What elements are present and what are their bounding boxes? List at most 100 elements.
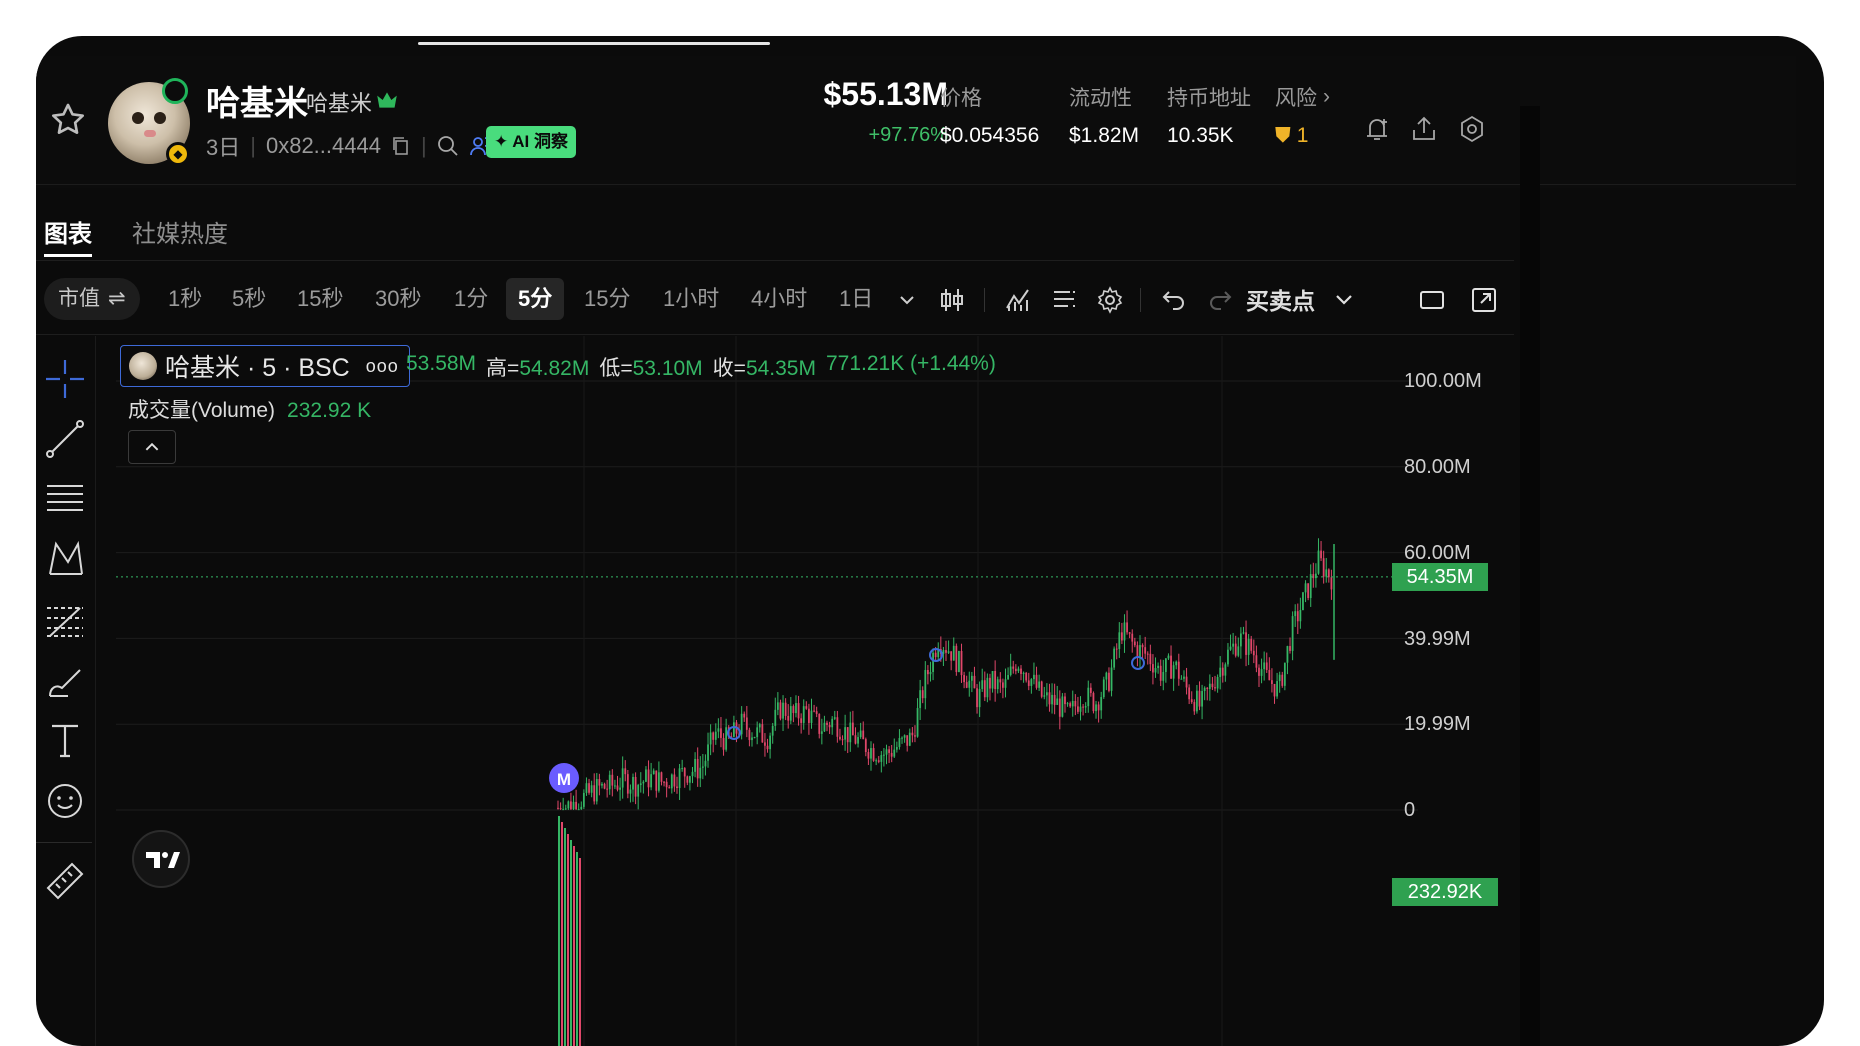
candle-body: [1058, 698, 1061, 717]
timeframe-5s[interactable]: 5秒: [220, 278, 278, 320]
timeframe-1h[interactable]: 1小时: [651, 278, 731, 320]
candle-body: [621, 768, 624, 788]
candle-body: [787, 715, 790, 721]
candle-body: [668, 787, 671, 789]
ai-insight-label: AI 洞察: [512, 132, 568, 151]
fullscreen-icon[interactable]: [1470, 286, 1498, 314]
candle-body: [862, 730, 865, 740]
timeframe-1d[interactable]: 1日: [827, 278, 885, 320]
volume-bar: [567, 834, 569, 1046]
mcap-toggle-button[interactable]: 市值 ⇌: [44, 278, 140, 320]
candle-body: [914, 735, 916, 737]
share-icon[interactable]: [1409, 114, 1439, 144]
tradingview-logo[interactable]: [132, 830, 190, 888]
candle-body: [1056, 698, 1059, 705]
candle-body: [655, 770, 658, 791]
candle-body: [559, 808, 562, 810]
contract-address[interactable]: 0x82...4444: [266, 133, 381, 159]
timeframe-15s[interactable]: 15秒: [285, 278, 355, 320]
horizontal-lines-icon[interactable]: [42, 476, 88, 522]
candle-body: [689, 776, 691, 783]
candle-body: [1196, 690, 1198, 712]
candle-body: [968, 680, 971, 688]
tradingview-logo-icon: [146, 852, 180, 868]
candle-body: [989, 677, 991, 689]
candle-body: [1221, 667, 1224, 676]
redo-icon[interactable]: [1206, 286, 1234, 314]
close-value: 54.35M: [745, 357, 816, 380]
crosshair-icon[interactable]: [42, 356, 88, 402]
timeframe-30s[interactable]: 30秒: [363, 278, 433, 320]
candle-body: [1320, 550, 1322, 559]
y-tick-label: 80.00M: [1404, 456, 1471, 478]
candle-body: [976, 688, 978, 708]
candle-body: [1061, 696, 1064, 717]
candlestick-chart[interactable]: M: [98, 336, 1514, 1046]
candle-body: [725, 727, 728, 750]
candle-body: [973, 675, 976, 689]
candle-body: [1245, 632, 1247, 655]
bell-plus-icon[interactable]: [1362, 114, 1392, 144]
emoji-icon[interactable]: [42, 778, 88, 824]
pattern-icon[interactable]: [42, 536, 88, 582]
gear-icon[interactable]: [1096, 286, 1124, 314]
candle-body: [771, 725, 774, 736]
collapse-legend-button[interactable]: [128, 430, 176, 464]
volume-bar: [573, 846, 575, 1046]
sparkle-icon: ✦: [494, 132, 509, 151]
undo-icon[interactable]: [1160, 286, 1188, 314]
candle-body: [883, 754, 885, 756]
trade-points-label[interactable]: 买卖点: [1246, 282, 1315, 316]
timeframe-15m[interactable]: 15分: [572, 278, 642, 320]
candle-body: [1206, 687, 1209, 689]
ruler-icon[interactable]: [42, 858, 88, 904]
stat-price-value: $0.054356: [940, 124, 1040, 147]
candle-body: [1139, 645, 1141, 658]
volume-bar: [561, 822, 563, 1046]
toolbar-divider: [984, 288, 985, 312]
candle-body: [1074, 700, 1077, 707]
candle-body: [779, 702, 782, 719]
candle-body: [1190, 699, 1193, 703]
timeframe-1m[interactable]: 1分: [442, 278, 500, 320]
fib-retracement-icon[interactable]: [42, 598, 88, 644]
timeframe-5m[interactable]: 5分: [506, 278, 565, 320]
candle-body: [999, 679, 1002, 683]
candle-body: [1307, 583, 1310, 598]
search-icon[interactable]: [437, 135, 459, 157]
price-chart[interactable]: M: [98, 336, 1514, 1046]
tab-chart[interactable]: 图表: [44, 214, 92, 249]
candle-body: [1092, 692, 1095, 712]
candle-body: [1110, 667, 1113, 691]
candle-body: [877, 760, 880, 762]
candle-body: [1123, 622, 1126, 641]
settings-hexagon-icon[interactable]: [1457, 114, 1487, 144]
copy-icon[interactable]: [391, 136, 411, 156]
candle-body: [965, 682, 968, 688]
candle-body: [676, 786, 678, 789]
candle-body: [1232, 643, 1235, 647]
candle-body: [1291, 616, 1294, 651]
brush-icon[interactable]: [42, 658, 88, 704]
trend-line-icon[interactable]: [42, 416, 88, 462]
more-options-icon[interactable]: ooo: [366, 356, 399, 377]
symbol-legend[interactable]: 哈基米 · 5 · BSC ooo: [120, 345, 410, 387]
chevron-down-icon[interactable]: [1330, 286, 1358, 314]
timeframe-4h[interactable]: 4小时: [739, 278, 819, 320]
token-meta: 3日 | 0x82...4444 |: [206, 130, 493, 162]
timeframe-1s[interactable]: 1秒: [156, 278, 214, 320]
stat-risk[interactable]: 风险 › ⛊ 1: [1275, 82, 1330, 148]
candle-body: [996, 679, 999, 690]
candle-body: [678, 768, 681, 789]
layout-list-icon[interactable]: [1050, 286, 1078, 314]
single-layout-icon[interactable]: [1418, 286, 1446, 314]
chevron-down-icon[interactable]: [893, 286, 921, 314]
text-tool-icon[interactable]: [42, 718, 88, 764]
candle-body: [1120, 632, 1123, 641]
ai-insight-button[interactable]: ✦ AI 洞察: [486, 126, 576, 158]
candle-type-icon[interactable]: [938, 286, 966, 314]
tab-social-heat[interactable]: 社媒热度: [132, 214, 228, 249]
favorite-star-icon[interactable]: [48, 100, 88, 140]
indicators-icon[interactable]: [1004, 286, 1032, 314]
tab-active-indicator: [44, 254, 92, 257]
